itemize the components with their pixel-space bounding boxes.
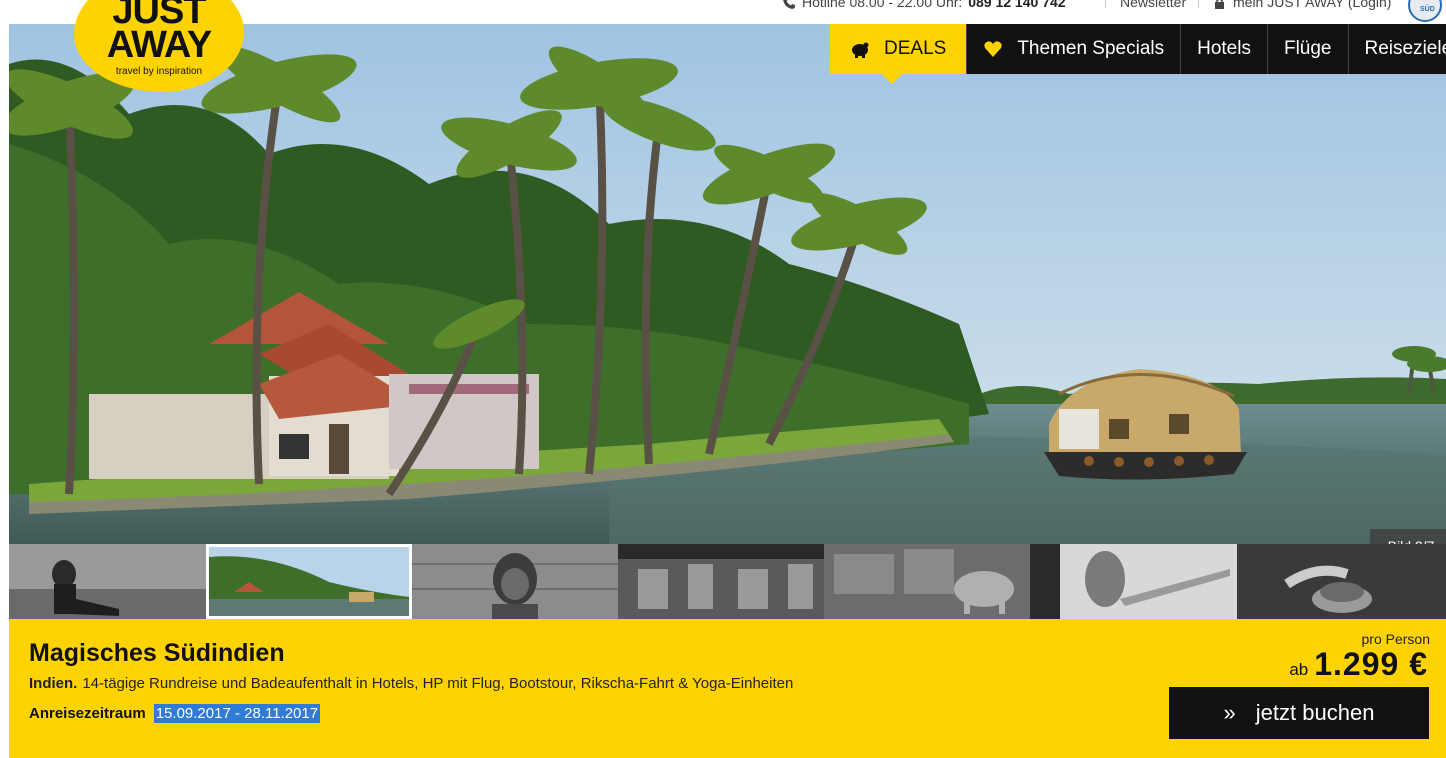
- logo-tagline: travel by inspiration: [115, 66, 203, 77]
- main-nav: DEALS Themen Specials Hotels Flüge Reise…: [830, 24, 1446, 84]
- nav-hotels[interactable]: Hotels: [1180, 24, 1267, 74]
- offer-description: Indien. 14-tägige Rundreise und Badeaufen…: [29, 675, 793, 692]
- thumbnail-backwaters-image: [209, 547, 409, 616]
- backwaters-scene: [9, 24, 1446, 544]
- logo-word-away: AWAY: [106, 24, 212, 66]
- thumbnail-elephant-carving[interactable]: [824, 544, 1030, 619]
- travel-period-dates: 15.09.2017 - 28.11.2017: [153, 704, 321, 723]
- thumbnail-woman-image: [412, 544, 618, 619]
- thumbnail-backwaters[interactable]: [206, 544, 412, 619]
- thumbnail-yoga-image: [9, 544, 206, 619]
- login-label: mein JUST AWAY (Login): [1233, 0, 1392, 10]
- double-chevron-right-icon: »: [1223, 700, 1236, 725]
- thumbnail-market[interactable]: [618, 544, 824, 619]
- seal-text: SÜD: [1420, 6, 1435, 13]
- offer-country: Indien.: [29, 675, 78, 692]
- newsletter-link[interactable]: Newsletter: [1120, 0, 1186, 10]
- thumbnail-food[interactable]: [1237, 544, 1446, 619]
- offer-info-box: Magisches Südindien Indien. 14-tägige Run…: [9, 619, 1446, 758]
- offer-title: Magisches Südindien: [29, 639, 285, 667]
- nav-themen-specials-label: Themen Specials: [1017, 38, 1165, 59]
- thumbnail-traveler[interactable]: [1030, 544, 1237, 619]
- divider: [1198, 0, 1199, 8]
- thumbnail-woman[interactable]: [412, 544, 618, 619]
- piggy-bank-icon: [852, 42, 869, 58]
- book-now-button[interactable]: » jetzt buchen: [1169, 687, 1429, 739]
- per-person-label: pro Person: [1361, 631, 1430, 647]
- phone-icon: [783, 0, 795, 10]
- hero-image: Bild 2/7: [9, 24, 1446, 544]
- nav-fluege[interactable]: Flüge: [1266, 24, 1348, 74]
- hotline-number[interactable]: 089 12 140 742: [968, 0, 1065, 10]
- nav-reiseziele[interactable]: Reiseziele: [1347, 24, 1446, 74]
- offer-price: ab 1.299 €: [1289, 646, 1428, 683]
- thumbnail-elephant-carving-image: [824, 544, 1030, 619]
- image-counter: Bild 2/7: [1370, 529, 1446, 544]
- heart-icon: [984, 41, 1002, 57]
- thumbnail-market-image: [618, 544, 824, 619]
- nav-themen-specials[interactable]: Themen Specials: [966, 24, 1181, 74]
- price-value: 1.299 €: [1314, 646, 1428, 682]
- lock-icon: [1215, 0, 1224, 9]
- book-now-label: jetzt buchen: [1255, 700, 1375, 725]
- gallery-thumbnails: [9, 544, 1446, 619]
- hotline-label: Hotline 08.00 - 22.00 Uhr:: [802, 0, 963, 10]
- price-prefix: ab: [1289, 660, 1309, 679]
- offer-description-text: 14-tägige Rundreise und Badeaufenthalt i…: [82, 675, 794, 692]
- thumbnail-traveler-image: [1030, 544, 1237, 619]
- thumbnail-yoga[interactable]: [9, 544, 206, 619]
- login-link[interactable]: mein JUST AWAY (Login): [1214, 0, 1391, 10]
- justaway-logo[interactable]: JUST AWAY travel by inspiration: [74, 0, 244, 92]
- travel-period: Anreisezeitraum 15.09.2017 - 28.11.2017: [29, 704, 321, 723]
- divider: [1105, 0, 1106, 8]
- thumbnail-food-image: [1237, 544, 1446, 619]
- travel-period-label: Anreisezeitraum: [29, 705, 146, 722]
- tuev-seal: SÜD: [1408, 0, 1442, 22]
- hotline-info: Hotline 08.00 - 22.00 Uhr: 089 12 140 74…: [782, 0, 1066, 10]
- nav-deals-label: DEALS: [884, 38, 947, 59]
- nav-deals[interactable]: DEALS: [830, 24, 967, 84]
